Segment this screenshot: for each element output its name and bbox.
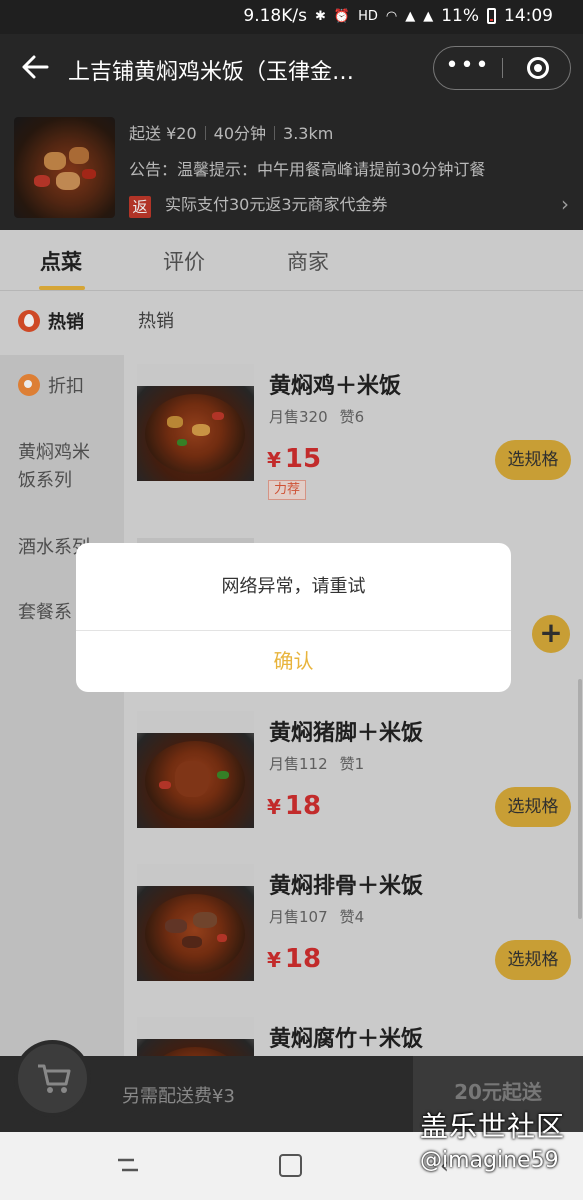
home-icon[interactable]	[279, 1154, 302, 1177]
hd-icon: HD	[358, 8, 378, 24]
network-speed: 9.18K/s	[243, 6, 307, 26]
page-title: 上吉铺黄焖鸡米饭（玉律金…	[68, 60, 355, 85]
shopping-cart-icon	[38, 1064, 71, 1093]
title-bar: 上吉铺黄焖鸡米饭（玉律金… •••	[0, 34, 583, 102]
capsule-divider	[502, 58, 503, 78]
delivery-fee: 另需配送费¥3	[122, 1086, 235, 1107]
error-dialog: 网络异常，请重试 确认	[76, 543, 511, 692]
watermark-title: 盖乐世社区	[420, 1110, 566, 1143]
more-menu-icon[interactable]: •••	[434, 47, 502, 89]
battery-percent: 11%	[441, 6, 479, 26]
signal-4g-icon: ▲	[423, 8, 434, 24]
battery-icon	[487, 8, 496, 24]
close-mini-program-icon[interactable]	[527, 57, 549, 79]
clock: 14:09	[504, 6, 553, 26]
status-bar: 9.18K/s ✱ ⏰ HD ◠ ▲ ▲ 11% 14:09	[0, 0, 583, 34]
alarm-icon: ⏰	[333, 8, 351, 24]
confirm-button[interactable]: 确认	[76, 631, 511, 692]
dialog-message: 网络异常，请重试	[221, 576, 366, 597]
back-arrow-icon[interactable]	[20, 50, 50, 84]
cart-button[interactable]	[14, 1040, 91, 1117]
signal-4g-icon: ▲	[405, 8, 416, 24]
wifi-icon: ◠	[385, 8, 398, 24]
bluetooth-icon: ✱	[314, 8, 326, 24]
recent-apps-icon[interactable]	[116, 1154, 140, 1176]
watermark-user: @imagine59	[420, 1148, 559, 1173]
mini-program-capsule: •••	[433, 46, 571, 90]
